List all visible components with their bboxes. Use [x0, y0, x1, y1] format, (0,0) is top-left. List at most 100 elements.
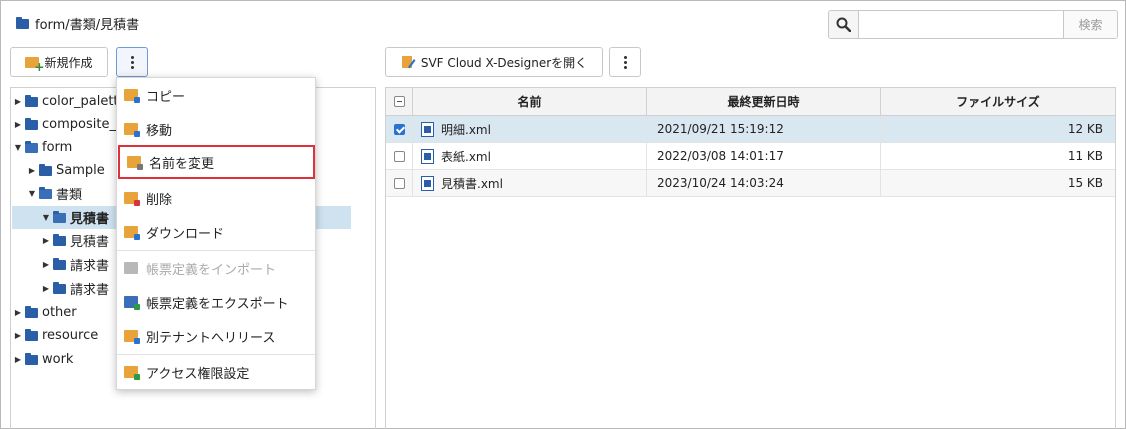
menu-item-label: 帳票定義をインポート [146, 262, 277, 278]
menu-item-label: 名前を変更 [149, 156, 215, 172]
folder-icon [53, 281, 66, 294]
tree-item-composite[interactable]: ▶ composite_ [13, 113, 116, 136]
breadcrumb-path[interactable]: form/書類/見積書 [35, 14, 139, 33]
search-icon[interactable] [829, 11, 859, 38]
menu-item-copy[interactable]: コピー [117, 78, 315, 112]
row-checkbox[interactable] [393, 123, 405, 135]
menu-item-rename[interactable]: 名前を変更 [118, 145, 315, 179]
column-header-name[interactable]: 名前 [413, 88, 647, 115]
xml-file-icon [421, 148, 434, 164]
row-checkbox[interactable] [393, 150, 405, 162]
file-name: 表紙.xml [441, 149, 491, 164]
search-bar: 検索 [828, 10, 1118, 39]
tree-item-label: form [42, 140, 73, 155]
tree-item-seikyusho-1[interactable]: ▶ 請求書 [41, 253, 109, 276]
download-icon [124, 226, 140, 240]
file-table: 名前 最終更新日時 ファイルサイズ 明細.xml 2021/09/21 15:1… [385, 87, 1116, 429]
file-modified: 2023/10/24 14:03:24 [647, 170, 881, 196]
menu-item-label: 削除 [146, 192, 173, 208]
row-checkbox[interactable] [393, 177, 405, 189]
file-modified: 2022/03/08 14:01:17 [647, 143, 881, 169]
tree-item-mitsumorisho-2[interactable]: ▶ 見積書 [41, 229, 109, 252]
release-icon [124, 330, 140, 344]
tree-item-label: 請求書 [70, 259, 110, 274]
expand-arrow-icon[interactable]: ▶ [41, 284, 51, 293]
tree-item-label: Sample [56, 163, 105, 178]
new-folder-icon [25, 56, 44, 74]
folder-icon [25, 94, 38, 107]
breadcrumb: form/書類/見積書 [16, 14, 139, 33]
menu-item-label: 別テナントへリリース [146, 330, 276, 346]
delete-icon [124, 192, 140, 206]
menu-item-label: アクセス権限設定 [146, 366, 250, 382]
folder-open-icon [25, 140, 38, 153]
menu-item-import[interactable]: 帳票定義をインポート [117, 251, 315, 285]
expand-arrow-icon[interactable]: ▶ [13, 308, 23, 317]
tree-item-seikyusho-2[interactable]: ▶ 請求書 [41, 277, 109, 300]
search-input[interactable] [859, 11, 1063, 38]
collapse-arrow-icon[interactable]: ▼ [13, 143, 23, 152]
collapse-arrow-icon[interactable]: ▼ [27, 189, 37, 198]
menu-item-permissions[interactable]: アクセス権限設定 [117, 355, 315, 389]
menu-item-release[interactable]: 別テナントへリリース [117, 319, 315, 353]
menu-item-move[interactable]: 移動 [117, 112, 315, 146]
expand-arrow-icon[interactable]: ▶ [13, 120, 23, 129]
column-header-size[interactable]: ファイルサイズ [881, 88, 1115, 115]
new-button[interactable]: 新規作成 [10, 47, 108, 77]
folder-icon [16, 16, 29, 29]
more-vertical-icon [623, 55, 627, 69]
menu-item-delete[interactable]: 削除 [117, 181, 315, 215]
open-designer-label: SVF Cloud X-Designerを開く [420, 55, 588, 70]
xml-file-icon [421, 121, 434, 137]
column-header-modified[interactable]: 最終更新日時 [647, 88, 881, 115]
new-button-label: 新規作成 [44, 55, 93, 70]
table-row[interactable]: 表紙.xml 2022/03/08 14:01:17 11 KB [386, 143, 1115, 170]
collapse-arrow-icon[interactable]: ▼ [41, 213, 51, 222]
move-icon [124, 123, 140, 137]
table-row[interactable]: 明細.xml 2021/09/21 15:19:12 12 KB [386, 116, 1115, 143]
search-button[interactable]: 検索 [1063, 11, 1117, 38]
folder-icon [25, 305, 38, 318]
folder-open-icon [53, 210, 66, 223]
copy-icon [124, 89, 140, 103]
permission-icon [124, 366, 140, 380]
tree-item-label: other [42, 305, 77, 320]
expand-arrow-icon[interactable]: ▶ [41, 236, 51, 245]
tree-item-resource[interactable]: ▶ resource [13, 324, 98, 347]
file-size: 12 KB [1067, 122, 1103, 136]
open-designer-button[interactable]: SVF Cloud X-Designerを開く [385, 47, 603, 77]
xml-file-icon [421, 175, 434, 191]
table-row[interactable]: 見積書.xml 2023/10/24 14:03:24 15 KB [386, 170, 1115, 197]
tree-item-label: 請求書 [70, 283, 110, 298]
file-name: 明細.xml [441, 122, 491, 137]
file-size: 15 KB [1067, 176, 1103, 190]
tree-item-sample[interactable]: ▶ Sample [27, 159, 105, 182]
tree-more-button[interactable] [116, 47, 148, 77]
menu-item-download[interactable]: ダウンロード [117, 215, 315, 249]
expand-arrow-icon[interactable]: ▶ [41, 260, 51, 269]
table-header: 名前 最終更新日時 ファイルサイズ [386, 88, 1115, 116]
table-more-button[interactable] [609, 47, 641, 77]
tree-item-label: resource [42, 328, 99, 343]
tree-item-other[interactable]: ▶ other [13, 301, 77, 324]
menu-item-export[interactable]: 帳票定義をエクスポート [117, 285, 315, 319]
menu-item-label: ダウンロード [146, 226, 225, 242]
tree-item-shorui[interactable]: ▼ 書類 [27, 182, 82, 205]
tree-item-label: color_palett [42, 94, 119, 109]
expand-arrow-icon[interactable]: ▶ [13, 331, 23, 340]
folder-icon [39, 163, 52, 176]
expand-arrow-icon[interactable]: ▶ [27, 166, 37, 175]
select-all-checkbox[interactable] [393, 96, 405, 107]
menu-item-label: 帳票定義をエクスポート [146, 296, 289, 312]
tree-item-label: 見積書 [70, 235, 110, 250]
expand-arrow-icon[interactable]: ▶ [13, 355, 23, 364]
select-all-cell [386, 88, 413, 115]
tree-item-label: work [42, 352, 74, 367]
tree-item-work[interactable]: ▶ work [13, 348, 74, 371]
expand-arrow-icon[interactable]: ▶ [13, 97, 23, 106]
folder-icon [25, 117, 38, 130]
file-size: 11 KB [1067, 149, 1103, 163]
tree-item-color-palette[interactable]: ▶ color_palett [13, 90, 119, 113]
file-name: 見積書.xml [441, 176, 503, 191]
tree-item-form[interactable]: ▼ form [13, 136, 72, 159]
